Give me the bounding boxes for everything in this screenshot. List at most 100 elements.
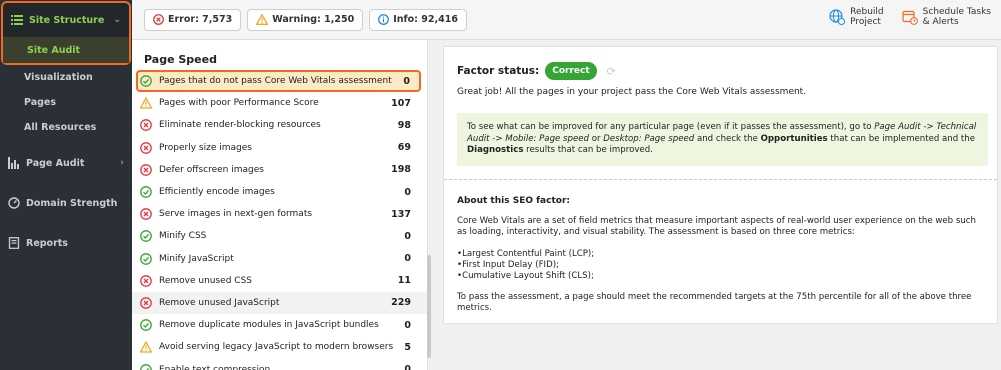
issue-count: 0	[404, 319, 411, 331]
issue-row[interactable]: Minify CSS 0	[132, 225, 427, 247]
metric-item: •First Input Delay (FID);	[457, 259, 559, 270]
issue-label: Serve images in next-gen formats	[159, 209, 313, 220]
sidebar-item-label: Domain Strength	[26, 197, 118, 209]
schedule-tasks-label: Schedule Tasks & Alerts	[923, 7, 991, 27]
error-icon	[140, 163, 152, 176]
issue-count: 229	[391, 297, 411, 309]
check-circle-icon	[140, 319, 152, 332]
sidebar-item-page-audit[interactable]: Page Audit ›	[0, 144, 132, 182]
issue-count: 11	[397, 275, 411, 287]
gauge-icon	[8, 197, 20, 209]
issue-row[interactable]: Remove duplicate modules in JavaScript b…	[132, 314, 427, 336]
info-count-badge[interactable]: Info: 92,416	[369, 8, 467, 31]
sidebar-item-site-audit[interactable]: Site Audit	[3, 37, 129, 63]
top-bar: Error: 7,573 Warning: 1,250 Info: 92,416…	[132, 0, 1001, 40]
list-icon	[11, 14, 23, 26]
tip-diagnostics: Diagnostics	[467, 145, 524, 155]
error-icon	[140, 119, 152, 132]
about-paragraph-2: To pass the assessment, a page should me…	[457, 291, 972, 314]
check-circle-icon	[140, 186, 152, 198]
issue-label: Avoid serving legacy JavaScript to moder…	[159, 342, 394, 353]
schedule-label-line1: Schedule Tasks	[922, 7, 991, 17]
sidebar-item-all-resources[interactable]: All Resources	[0, 115, 132, 140]
check-circle-icon	[140, 252, 152, 265]
warning-icon	[256, 14, 269, 25]
issue-label: Minify CSS	[159, 231, 207, 242]
metrics-list: •Largest Contentful Paint (LCP); •First …	[444, 239, 997, 282]
chevron-down-icon: ⌄	[113, 15, 121, 25]
metric-item: •Cumulative Layout Shift (CLS);	[457, 270, 594, 281]
about-title: About this SEO factor:	[457, 195, 570, 206]
issue-count: 0	[404, 253, 411, 265]
rebuild-project-button[interactable]: Rebuild Project	[829, 7, 884, 27]
issue-row[interactable]: Pages that do not pass Core Web Vitals a…	[136, 70, 421, 93]
rebuild-label-line2: Project	[850, 17, 881, 27]
bar-chart-icon	[8, 157, 20, 169]
check-circle-icon	[140, 75, 152, 87]
check-circle-icon	[140, 230, 152, 243]
issue-label: Pages that do not pass Core Web Vitals a…	[159, 76, 392, 87]
error-icon	[140, 274, 152, 287]
factor-detail-panel: Factor status: Correct ⟳ Great job! All …	[443, 46, 998, 324]
sidebar-item-label: Page Audit	[26, 157, 85, 169]
issue-count: 69	[397, 142, 411, 154]
chevron-right-icon: ›	[120, 158, 124, 168]
issue-row[interactable]: Properly size images 69	[132, 137, 427, 159]
issue-row[interactable]: Serve images in next-gen formats 137	[132, 203, 427, 225]
schedule-label-line2: & Alerts	[922, 17, 959, 27]
about-paragraph: Core Web Vitals are a set of field metri…	[457, 215, 976, 238]
issue-row[interactable]: Defer offscreen images 198	[132, 159, 427, 181]
document-icon	[8, 237, 20, 249]
issue-list-panel: Page Speed Pages that do not pass Core W…	[132, 40, 428, 370]
tip-box: To see what can be improved for any part…	[457, 113, 988, 166]
issue-row[interactable]: Pages with poor Performance Score 107	[132, 92, 427, 114]
issue-label: Remove unused JavaScript	[159, 297, 280, 308]
info-count-label: Info: 92,416	[393, 14, 458, 25]
check-circle-icon	[140, 363, 152, 370]
tip-opportunities: Opportunities	[760, 133, 828, 144]
calendar-clock-icon	[902, 9, 918, 25]
issue-row[interactable]: Avoid serving legacy JavaScript to moder…	[132, 336, 427, 358]
warning-count-badge[interactable]: Warning: 1,250	[247, 8, 364, 31]
issue-label: Pages with poor Performance Score	[159, 98, 319, 109]
tip-text: To see what can be improved for any part…	[467, 122, 875, 132]
error-icon	[140, 297, 152, 309]
error-icon	[153, 14, 164, 25]
factor-status-header: Factor status: Correct ⟳	[444, 47, 997, 80]
sidebar-item-pages[interactable]: Pages	[0, 90, 132, 115]
status-description: Great job! All the pages in your project…	[457, 87, 807, 97]
issue-row[interactable]: Eliminate render-blocking resources 98	[132, 114, 427, 136]
error-count-badge[interactable]: Error: 7,573	[144, 8, 242, 31]
issue-count: 0	[404, 230, 411, 242]
issue-count: 0	[404, 186, 411, 198]
sidebar-item-site-structure[interactable]: Site Structure ⌄	[1, 1, 131, 37]
sidebar-item-label: Site Structure	[29, 14, 105, 26]
warning-count-label: Warning: 1,250	[272, 14, 355, 25]
warning-icon	[140, 341, 152, 353]
rebuild-project-label: Rebuild Project	[850, 7, 884, 27]
sidebar-item-domain-strength[interactable]: Domain Strength	[0, 184, 132, 222]
tip-text: that can be implemented and the	[827, 133, 976, 144]
refresh-icon[interactable]: ⟳	[607, 65, 616, 78]
issue-label: Eliminate render-blocking resources	[159, 120, 321, 131]
list-scrollbar[interactable]	[427, 255, 431, 358]
issue-count: 0	[403, 75, 410, 87]
schedule-tasks-button[interactable]: Schedule Tasks & Alerts	[902, 7, 991, 27]
list-title: Page Speed	[144, 53, 217, 66]
issue-count: 0	[404, 364, 411, 370]
active-submenu-frame: Site Audit	[1, 37, 131, 65]
tip-path-desktop: Desktop: Page speed	[603, 133, 695, 144]
sidebar-item-visualization[interactable]: Visualization	[0, 65, 132, 90]
issue-count: 137	[391, 208, 411, 220]
sidebar-item-reports[interactable]: Reports	[0, 224, 132, 262]
issue-label: Defer offscreen images	[159, 164, 264, 175]
issue-row[interactable]: Enable text compression 0	[132, 358, 427, 370]
error-icon	[140, 141, 152, 154]
issue-row[interactable]: Remove unused CSS 11	[132, 270, 427, 292]
issue-row[interactable]: Efficiently encode images 0	[132, 181, 427, 203]
issue-row[interactable]: Remove unused JavaScript 229	[132, 291, 427, 315]
info-icon	[378, 14, 390, 25]
error-count-label: Error: 7,573	[168, 14, 233, 25]
issue-count: 98	[397, 119, 411, 131]
issue-row[interactable]: Minify JavaScript 0	[132, 248, 427, 270]
